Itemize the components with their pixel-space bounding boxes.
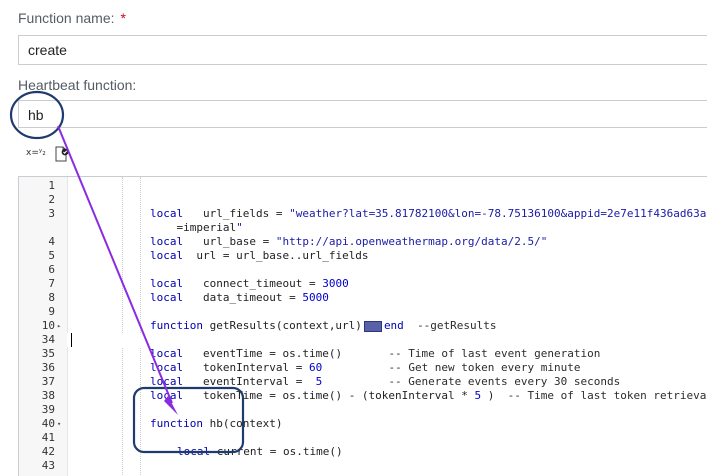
code-text: local tokenTime = os.time() - (tokenInte… <box>150 389 707 402</box>
line-number: 41 <box>41 431 55 444</box>
function-name-label: Function name: * <box>18 10 126 26</box>
code-line[interactable]: 38 local tokenTime = os.time() - (tokenIn… <box>19 389 707 403</box>
code-text: local tokenInterval = 60 -- Get new toke… <box>150 361 581 374</box>
code-line[interactable]: 42 local current = os.time() <box>19 445 707 459</box>
code-text: local data_timeout = 5000 <box>150 291 329 304</box>
line-number: 10 <box>41 319 55 332</box>
code-text: local url_base = "http://api.openweather… <box>150 235 548 248</box>
code-line[interactable]: 39 <box>19 403 707 417</box>
code-line[interactable]: 37 local eventInterval = 5 -- Generate ev… <box>19 375 707 389</box>
line-number: 9 <box>48 305 55 318</box>
function-editor-page: Function name: * create Heartbeat functio… <box>0 0 707 476</box>
code-line[interactable]: 10 ▸ function getResults(context,url) end -… <box>19 319 707 333</box>
heartbeat-function-input[interactable]: hb <box>18 100 707 128</box>
line-number: 3 <box>48 207 55 220</box>
format-code-icon[interactable]: x=ʸ₂ <box>26 148 46 158</box>
code-line[interactable]: 9 <box>19 305 707 319</box>
code-text: local connect_timeout = 3000 <box>150 277 349 290</box>
folded-code-marker[interactable] <box>363 320 382 332</box>
fold-toggle-icon[interactable]: ▾ <box>57 417 65 431</box>
line-number: 40 <box>41 417 55 430</box>
code-line[interactable]: =imperial" <box>19 221 707 235</box>
text-caret <box>71 333 72 347</box>
code-line[interactable]: 6 <box>19 263 707 277</box>
code-line[interactable]: 3 local url_fields = "weather?lat=35.8178… <box>19 207 707 221</box>
code-text: function hb(context) <box>150 417 283 430</box>
code-line[interactable]: 34 <box>19 333 707 347</box>
code-line[interactable]: 43 <box>19 459 707 473</box>
code-text: local current = os.time() <box>177 445 343 458</box>
line-number: 8 <box>48 291 55 304</box>
required-marker: * <box>120 10 126 26</box>
line-number: 7 <box>48 277 55 290</box>
line-number: 2 <box>48 193 55 206</box>
code-line[interactable]: 40 ▾ function hb(context) <box>19 417 707 431</box>
heartbeat-function-label: Heartbeat function: <box>18 77 137 93</box>
code-line[interactable]: 1 <box>19 179 707 193</box>
line-number: 4 <box>48 235 55 248</box>
line-number: 38 <box>41 389 55 402</box>
line-number: 43 <box>41 459 55 472</box>
code-text: local eventTime = os.time() -- Time of l… <box>150 347 601 360</box>
code-line[interactable]: 41 <box>19 431 707 445</box>
fold-toggle-icon[interactable]: ▸ <box>57 319 65 333</box>
code-editor[interactable]: 1 2 3 local url_fields = "weather?lat=35.81… <box>18 176 707 476</box>
line-number: 34 <box>41 333 55 346</box>
function-name-input[interactable]: create <box>18 35 707 65</box>
line-number: 42 <box>41 445 55 458</box>
line-number: 6 <box>48 263 55 276</box>
code-text: =imperial" <box>150 221 243 234</box>
code-text: function getResults(context,url) end --ge… <box>150 319 497 332</box>
code-line[interactable]: 8 local data_timeout = 5000 <box>19 291 707 305</box>
code-line[interactable]: 5 local url = url_base..url_fields <box>19 249 707 263</box>
line-number: 35 <box>41 347 55 360</box>
code-text: local eventInterval = 5 -- Generate even… <box>150 375 621 388</box>
code-line[interactable]: 35 local eventTime = os.time() -- Time of… <box>19 347 707 361</box>
active-line <box>67 333 707 347</box>
code-line[interactable]: 2 <box>19 193 707 207</box>
line-number: 37 <box>41 375 55 388</box>
code-line[interactable]: 4 local url_base = "http://api.openweathe… <box>19 235 707 249</box>
line-number: 36 <box>41 361 55 374</box>
code-line[interactable]: 36 local tokenInterval = 60 -- Get new to… <box>19 361 707 375</box>
code-text: local url = url_base..url_fields <box>150 249 369 262</box>
line-number: 39 <box>41 403 55 416</box>
line-number: 1 <box>48 179 55 192</box>
validate-code-icon[interactable] <box>54 146 70 166</box>
code-text: local url_fields = "weather?lat=35.81782… <box>150 207 707 220</box>
line-number: 5 <box>48 249 55 262</box>
code-line[interactable]: 7 local connect_timeout = 3000 <box>19 277 707 291</box>
